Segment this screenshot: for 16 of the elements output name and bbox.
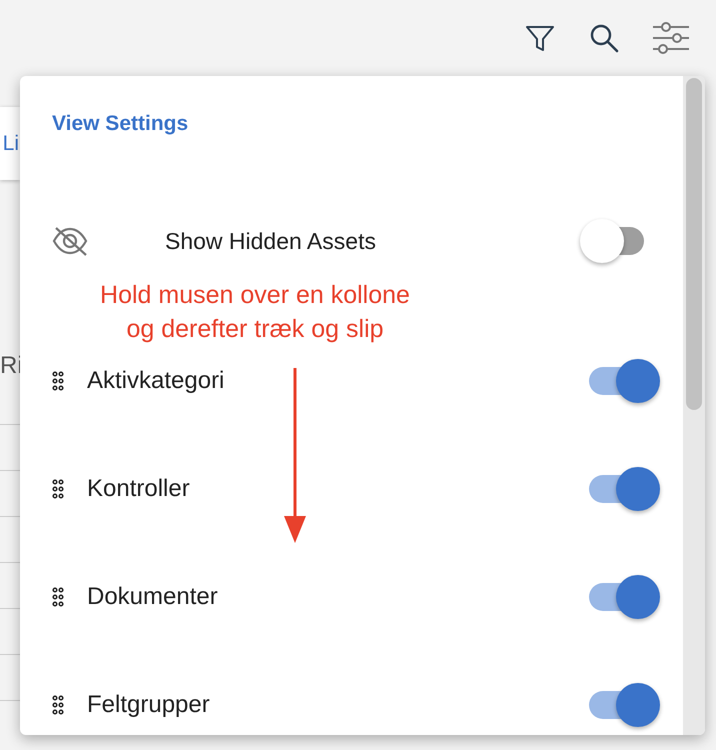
scrollbar-thumb[interactable]	[686, 78, 702, 410]
column-label: Feltgrupper	[87, 691, 210, 719]
panel-title: View Settings	[52, 111, 188, 136]
column-label: Kontroller	[87, 475, 190, 503]
column-label: Dokumenter	[87, 583, 218, 611]
search-icon[interactable]	[588, 22, 620, 54]
row-label: Show Hidden Assets	[165, 228, 376, 254]
eye-slash-icon	[52, 226, 88, 256]
annotation-text: Hold musen over en kollone og derefter træk og slip	[99, 280, 411, 345]
tab-card[interactable]: Li	[0, 107, 20, 180]
drag-handle-icon[interactable]	[52, 587, 64, 607]
sliders-icon[interactable]	[652, 21, 690, 55]
drag-handle-icon[interactable]	[52, 479, 64, 499]
drag-handle-icon[interactable]	[52, 371, 64, 391]
drag-handle-icon[interactable]	[52, 695, 64, 715]
column-label: Aktivkategori	[87, 367, 224, 395]
